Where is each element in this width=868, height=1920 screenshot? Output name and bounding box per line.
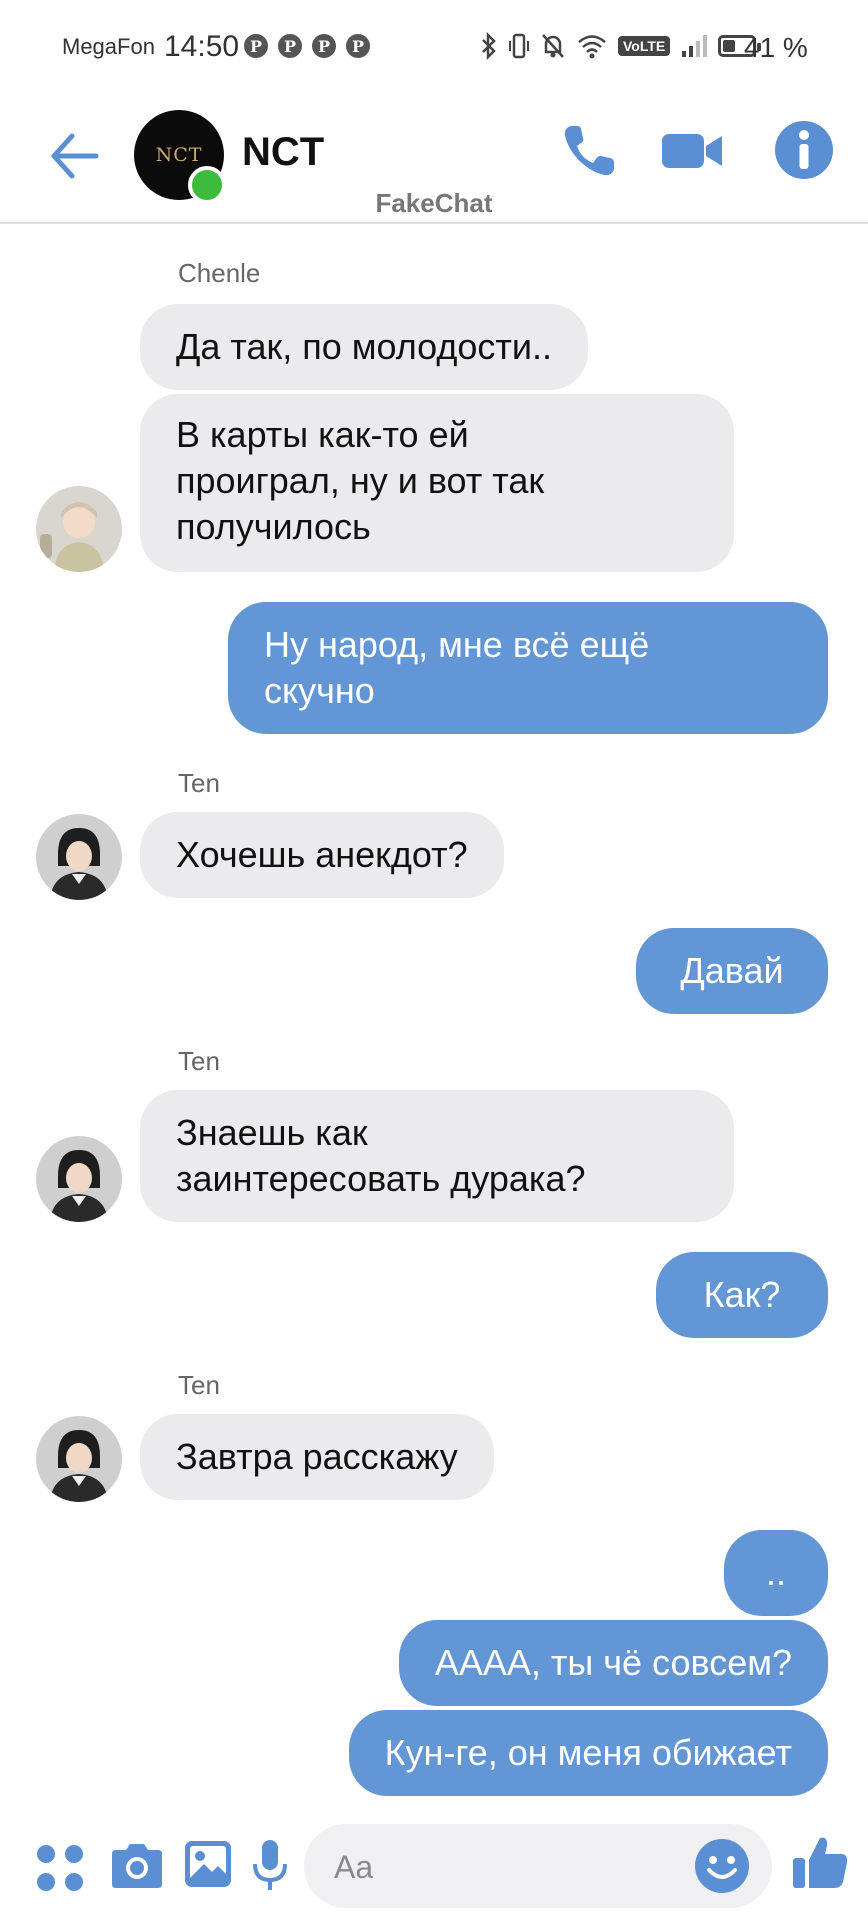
camera-icon[interactable] (108, 1840, 166, 1892)
battery-percent: 41 % (744, 32, 808, 63)
message-bubble-outgoing[interactable]: Как? (656, 1252, 828, 1338)
wifi-icon (578, 35, 606, 59)
message-bubble-outgoing[interactable]: АААА, ты чё совсем? (398, 1620, 828, 1706)
message-bubble-incoming[interactable]: Хочешь анекдот? (140, 812, 504, 898)
message-text: АААА, ты чё совсем? (434, 1642, 792, 1683)
message-line: Ну народ, мне всё ещё (264, 624, 650, 665)
back-arrow-icon[interactable] (46, 126, 102, 186)
microphone-icon[interactable] (250, 1836, 290, 1896)
system-icons: VoLTE (480, 32, 762, 60)
message-composer (0, 1810, 868, 1920)
avatar-logo-text: NCT (155, 144, 203, 166)
notification-icons: P P P P (244, 34, 370, 58)
clock: 14:50 (164, 30, 240, 63)
video-call-icon[interactable] (660, 118, 724, 182)
battery-level-fill (723, 40, 735, 52)
watermark: FakeChat (375, 188, 493, 218)
message-text: Кун-ге, он меня обижает (384, 1732, 792, 1773)
message-bubble-outgoing[interactable]: .. (724, 1530, 828, 1616)
message-text: Хочешь анекдот? (176, 834, 468, 875)
ten-avatar-photo (36, 814, 122, 900)
ten-avatar-photo (36, 1416, 122, 1502)
message-line: скучно (264, 670, 375, 711)
message-text: .. (765, 1552, 786, 1593)
sender-name: Ten (178, 1046, 220, 1076)
avatar[interactable] (36, 1136, 122, 1222)
message-line: проиграл, ну и вот так (176, 460, 545, 501)
avatar[interactable] (36, 814, 122, 900)
message-text: Давай (680, 950, 784, 991)
apps-menu-icon[interactable] (34, 1842, 86, 1894)
message-input-container[interactable] (304, 1824, 772, 1908)
thumbs-up-icon[interactable] (790, 1832, 850, 1892)
info-icon[interactable] (772, 118, 836, 182)
bluetooth-icon (482, 32, 496, 60)
message-bubble-incoming[interactable]: Завтра расскажу (140, 1414, 494, 1500)
message-text: Как? (703, 1274, 781, 1315)
vibrate-icon (509, 33, 529, 59)
message-line: В карты как-то ей (176, 414, 469, 455)
chat-header: NCT NCT FakeChat (0, 96, 868, 224)
mute-bell-icon (542, 34, 564, 58)
message-bubble-incoming[interactable]: Да так, по молодости.. (140, 304, 589, 390)
avatar[interactable] (36, 1416, 122, 1502)
pinterest-icon: P (244, 34, 268, 58)
chenle-avatar-photo (36, 486, 122, 572)
pinterest-icon: P (312, 34, 336, 58)
sender-name: Chenle (178, 258, 261, 288)
message-line: получилось (176, 506, 371, 547)
message-text: Завтра расскажу (176, 1436, 458, 1477)
message-bubble-outgoing[interactable]: Ну народ, мне всё ещё скучно (228, 602, 828, 734)
message-line: заинтересовать дурака? (176, 1158, 586, 1199)
message-bubble-outgoing[interactable]: Кун-ге, он меня обижает (348, 1710, 828, 1796)
pinterest-icon: P (346, 34, 370, 58)
emoji-icon[interactable] (694, 1838, 750, 1894)
message-bubble-incoming[interactable]: В карты как-то ей проиграл, ну и вот так… (140, 394, 734, 572)
message-line: Знаешь как (176, 1112, 368, 1153)
message-text: Да так, по молодости.. (176, 326, 553, 367)
carrier-name: MegaFon (62, 34, 155, 59)
ten-avatar-photo (36, 1136, 122, 1222)
phone-call-icon[interactable] (558, 118, 622, 182)
sender-name: Ten (178, 768, 220, 798)
volte-badge: VoLTE (618, 36, 671, 56)
pinterest-icon: P (278, 34, 302, 58)
chat-title[interactable]: NCT (242, 130, 324, 175)
avatar[interactable] (36, 486, 122, 572)
message-bubble-incoming[interactable]: Знаешь как заинтересовать дурака? (140, 1090, 734, 1222)
message-input[interactable] (332, 1842, 666, 1892)
sender-name: Ten (178, 1370, 220, 1400)
signal-icon (682, 35, 708, 57)
message-bubble-outgoing[interactable]: Давай (636, 928, 828, 1014)
gallery-image-icon[interactable] (182, 1838, 234, 1890)
status-bar: MegaFon 14:50 P P P P VoLTE 41 % (0, 0, 868, 96)
